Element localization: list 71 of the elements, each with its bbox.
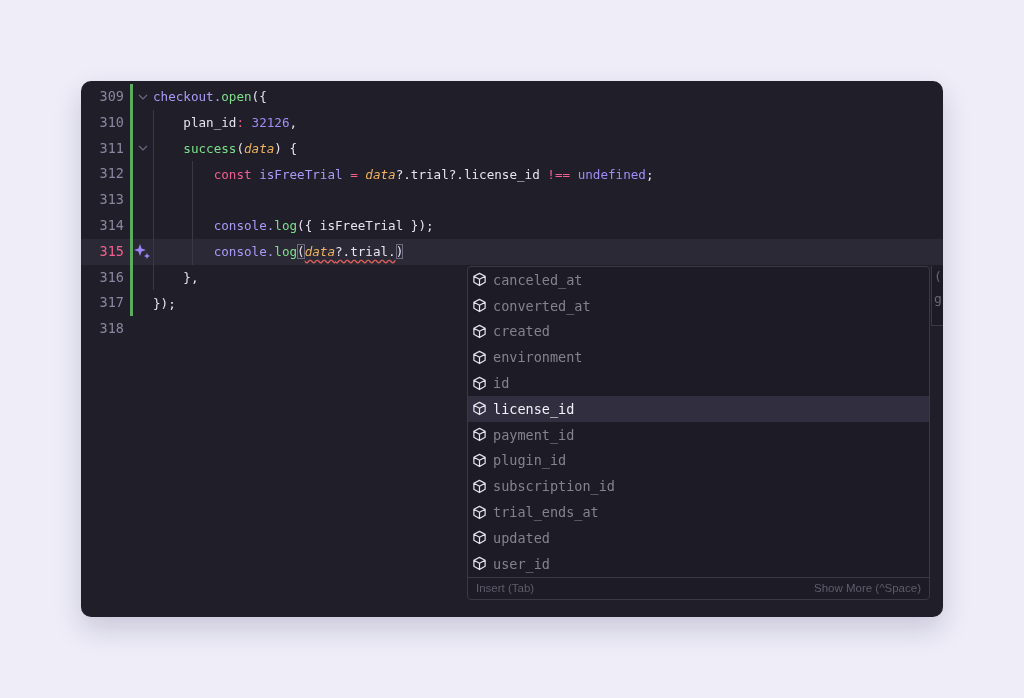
cube-icon <box>472 556 487 572</box>
code-token: }); <box>153 295 176 311</box>
code-token: ) { <box>274 141 298 156</box>
cube-icon <box>472 375 487 391</box>
code-token: console. <box>212 218 275 234</box>
code-token: }, <box>182 269 199 285</box>
line-number: 316 <box>98 267 124 287</box>
matched-bracket: ) <box>395 244 404 260</box>
code-token: data <box>244 141 275 156</box>
line-number: 311 <box>98 138 124 158</box>
code-token: ?.trial?.license_id <box>395 166 541 182</box>
completion-item[interactable]: id <box>468 370 929 396</box>
code-token: log <box>274 244 298 260</box>
code-token: ( <box>236 141 244 156</box>
completion-item[interactable]: environment <box>468 344 929 371</box>
fold-chevron-icon[interactable] <box>137 145 148 152</box>
code-token: undefined <box>576 166 646 182</box>
code-token: plan_id <box>182 115 237 131</box>
line-number: 312 <box>98 164 124 184</box>
cube-icon <box>472 504 487 520</box>
cube-icon <box>472 478 487 494</box>
code-token: checkout. <box>153 89 222 105</box>
line-number: 314 <box>98 216 124 235</box>
line-number: 315 <box>98 241 124 261</box>
cube-icon <box>472 272 487 288</box>
code-token: ({ isFreeTrial }); <box>297 218 434 234</box>
cube-icon <box>472 324 487 339</box>
code-token: ?.trial. <box>335 244 396 260</box>
cube-icon <box>472 298 487 314</box>
completion-item[interactable]: license_id <box>468 396 929 422</box>
completion-item[interactable]: payment_id <box>468 421 929 448</box>
code-token: console. <box>212 244 275 260</box>
code-token: ; <box>645 166 654 182</box>
code-token: data <box>304 244 335 260</box>
line-number: 317 <box>98 293 124 313</box>
completion-item[interactable]: converted_at <box>468 292 929 319</box>
completion-item[interactable]: subscription_id <box>468 473 929 500</box>
line-number: 310 <box>98 112 124 132</box>
cube-icon <box>472 427 487 443</box>
code-token: = <box>349 166 359 182</box>
code-token: isFreeTrial <box>258 166 343 182</box>
code-token: success <box>182 141 237 156</box>
line-number: 318 <box>98 319 124 339</box>
doc-text: ( <box>934 270 943 284</box>
code-token: ({ <box>251 89 267 105</box>
completion-item[interactable]: canceled_at <box>468 267 929 293</box>
cube-icon <box>472 349 487 365</box>
doc-text: g <box>934 292 943 306</box>
completion-item[interactable]: created <box>468 318 929 345</box>
cube-icon <box>472 452 487 468</box>
insert-hint: Insert (Tab) <box>476 581 535 594</box>
completion-item[interactable]: plugin_id <box>468 447 929 474</box>
code-token: log <box>274 218 298 234</box>
code-token: const <box>212 166 252 182</box>
fold-chevron-icon[interactable] <box>137 93 148 100</box>
code-token: open <box>221 89 252 105</box>
code-token: : <box>236 115 244 131</box>
show-more-hint: Show More (^Space) <box>813 581 921 594</box>
code-token: 32126 <box>250 115 290 131</box>
sparkle-icon[interactable] <box>134 243 151 260</box>
code-token: data <box>365 166 396 182</box>
completion-item[interactable]: updated <box>468 524 929 551</box>
code-token: !== <box>547 166 571 182</box>
code-token: , <box>289 115 298 131</box>
line-number: 309 <box>98 87 124 106</box>
cube-icon <box>472 530 487 546</box>
completion-item[interactable]: user_id <box>468 550 929 577</box>
matched-bracket: ( <box>297 244 305 260</box>
cube-icon <box>472 401 487 417</box>
completion-item[interactable]: trial_ends_at <box>468 499 929 525</box>
line-number: 313 <box>98 190 124 210</box>
